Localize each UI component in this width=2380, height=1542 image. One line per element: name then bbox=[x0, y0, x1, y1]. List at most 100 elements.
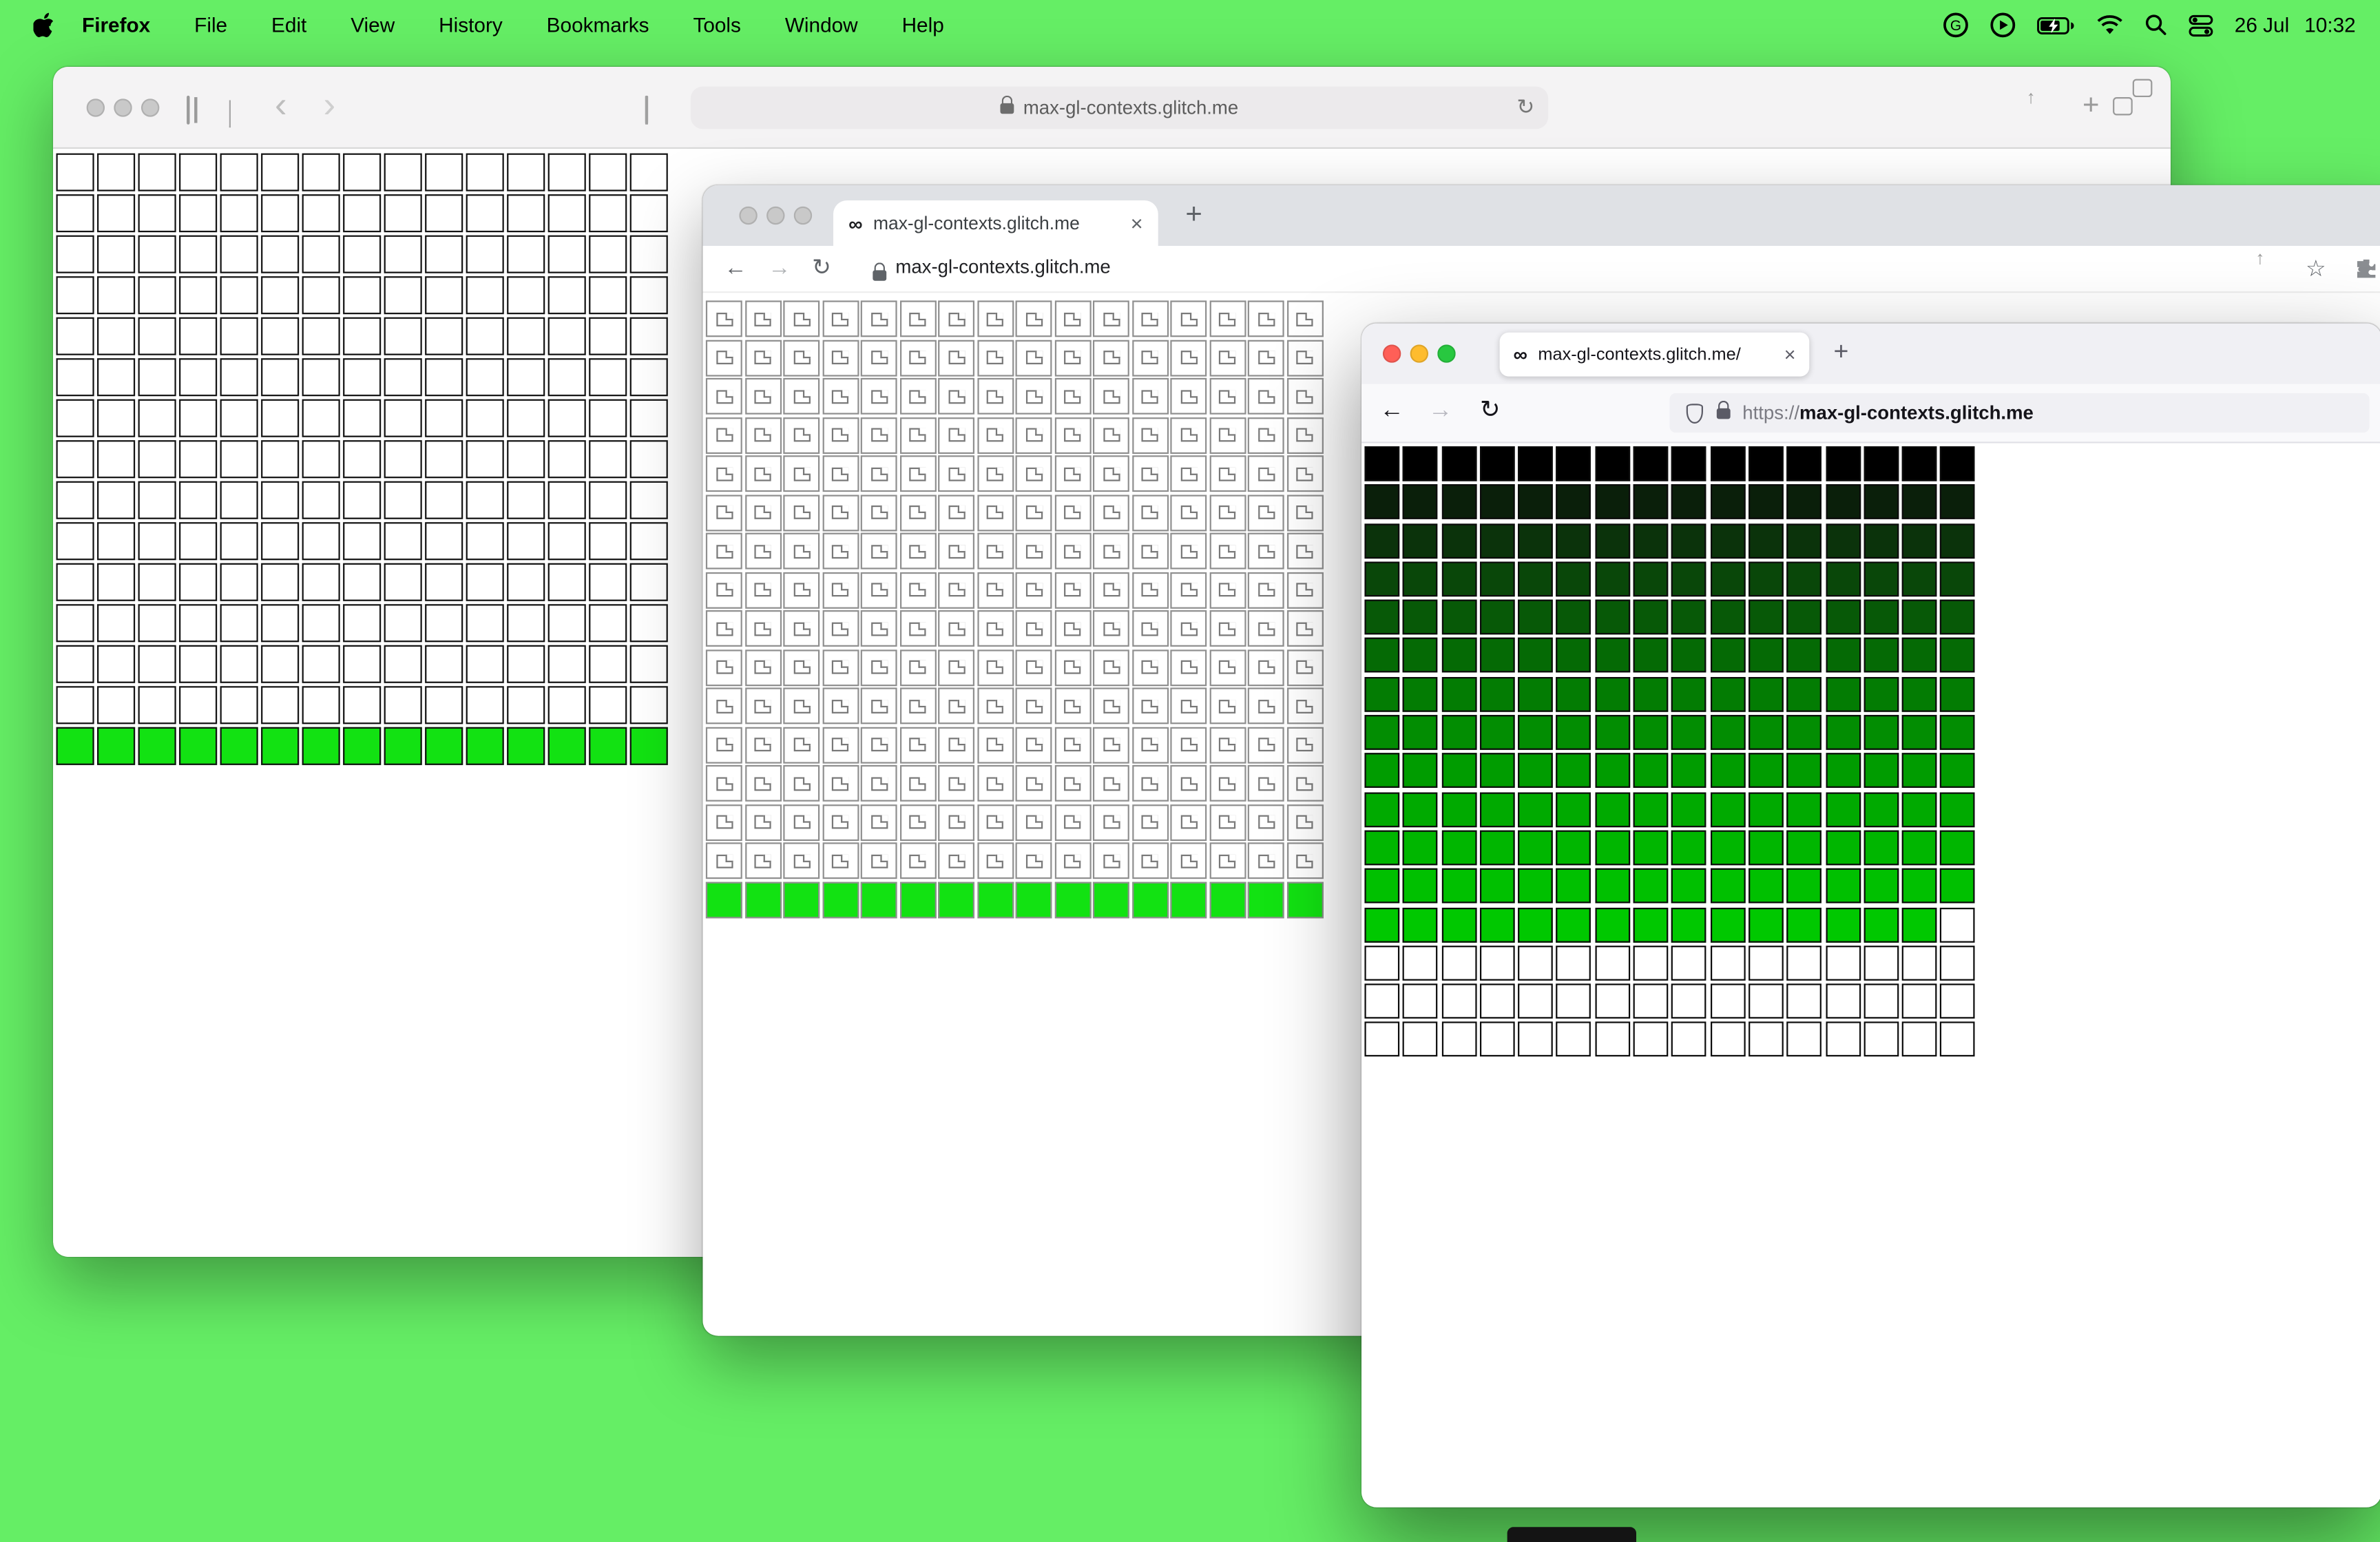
new-tab-button[interactable]: + bbox=[1185, 199, 1202, 232]
shield-icon[interactable] bbox=[645, 95, 649, 125]
menu-item-history[interactable]: History bbox=[439, 14, 503, 37]
menu-item-edit[interactable]: Edit bbox=[271, 14, 306, 37]
broken-image-icon bbox=[1064, 466, 1081, 481]
broken-image-icon bbox=[1025, 351, 1043, 364]
play-circle-icon[interactable] bbox=[1990, 12, 2016, 38]
dock-hint[interactable] bbox=[1507, 1527, 1636, 1542]
close-button[interactable] bbox=[1382, 344, 1401, 363]
menu-date[interactable]: 26 Jul bbox=[2235, 14, 2289, 37]
grid-cell bbox=[1209, 842, 1246, 879]
control-center-icon[interactable] bbox=[2189, 13, 2213, 37]
menu-item-bookmarks[interactable]: Bookmarks bbox=[547, 14, 649, 37]
browser-tab[interactable]: ∞ max-gl-contexts.glitch.me × bbox=[833, 200, 1158, 247]
close-button[interactable] bbox=[86, 98, 105, 117]
grid-cell bbox=[1131, 300, 1169, 337]
zoom-button[interactable] bbox=[140, 98, 160, 117]
minimize-button[interactable] bbox=[114, 98, 132, 117]
grid-cell bbox=[744, 339, 781, 376]
bookmark-star-icon[interactable]: ☆ bbox=[2306, 255, 2326, 282]
back-button[interactable]: ← bbox=[724, 256, 747, 279]
grid-cell bbox=[507, 645, 545, 683]
grid-cell bbox=[1556, 868, 1591, 904]
menu-time[interactable]: 10:32 bbox=[2304, 14, 2355, 37]
broken-image-icon bbox=[1296, 776, 1313, 791]
menu-item-view[interactable]: View bbox=[351, 14, 395, 37]
menu-app-name[interactable]: Firefox bbox=[82, 14, 150, 37]
sidebar-icon[interactable] bbox=[187, 95, 190, 125]
grid-cell bbox=[1595, 945, 1630, 981]
broken-image-icon bbox=[1103, 621, 1120, 636]
grid-cell bbox=[1403, 1022, 1438, 1058]
grid-cell bbox=[938, 726, 975, 763]
broken-image-icon bbox=[986, 738, 1003, 752]
menu-item-help[interactable]: Help bbox=[902, 14, 944, 37]
new-tab-button[interactable]: + bbox=[2082, 90, 2099, 123]
menu-item-window[interactable]: Window bbox=[785, 14, 858, 37]
back-button[interactable]: ← bbox=[1380, 399, 1404, 424]
menu-item-file[interactable]: File bbox=[194, 14, 227, 37]
grid-cell bbox=[1710, 638, 1745, 674]
tab-close-icon[interactable]: × bbox=[1784, 343, 1796, 366]
grid-cell bbox=[1556, 907, 1591, 942]
battery-icon[interactable] bbox=[2037, 16, 2075, 34]
grid-cell bbox=[343, 604, 382, 643]
chevron-down-icon[interactable] bbox=[229, 100, 231, 128]
grid-cell bbox=[938, 610, 975, 647]
grid-cell bbox=[860, 687, 897, 725]
broken-image-icon bbox=[1257, 351, 1275, 364]
broken-image-icon bbox=[1141, 621, 1158, 636]
reload-icon[interactable]: ↻ bbox=[1480, 399, 1501, 424]
minimize-button[interactable] bbox=[766, 206, 785, 225]
wifi-icon[interactable] bbox=[2096, 14, 2124, 36]
grid-cell bbox=[1092, 532, 1129, 570]
minimize-button[interactable] bbox=[1410, 344, 1429, 363]
extensions-puzzle-icon[interactable] bbox=[2355, 256, 2379, 288]
broken-image-icon bbox=[986, 660, 1003, 674]
broken-image-icon bbox=[1180, 311, 1197, 326]
zoom-button[interactable] bbox=[793, 206, 813, 225]
grid-cell bbox=[1247, 377, 1284, 415]
grid-cell bbox=[220, 399, 258, 437]
forward-button[interactable]: › bbox=[323, 87, 335, 124]
grid-cell bbox=[343, 358, 382, 397]
grid-cell bbox=[1364, 676, 1400, 712]
grid-cell bbox=[97, 481, 136, 519]
broken-image-icon bbox=[716, 738, 733, 752]
tab-close-icon[interactable]: × bbox=[1131, 211, 1143, 235]
address-bar[interactable]: https://max-gl-contexts.glitch.me bbox=[1669, 393, 2370, 433]
browser-tab[interactable]: ∞ max-gl-contexts.glitch.me/ × bbox=[1499, 332, 1810, 377]
grid-cell bbox=[1864, 945, 1899, 981]
broken-image-icon bbox=[754, 311, 771, 326]
grid-cell bbox=[1441, 830, 1476, 866]
grid-cell bbox=[97, 440, 136, 479]
apple-menu-icon[interactable] bbox=[33, 12, 54, 38]
address-bar[interactable]: max-gl-contexts.glitch.me ↻ bbox=[690, 86, 1549, 129]
broken-image-icon bbox=[1218, 698, 1236, 713]
grid-cell bbox=[1170, 804, 1207, 840]
grid-cell bbox=[1131, 532, 1169, 570]
menu-item-tools[interactable]: Tools bbox=[693, 14, 740, 37]
reload-icon[interactable]: ↻ bbox=[812, 256, 831, 279]
forward-button[interactable]: → bbox=[1428, 399, 1452, 424]
reload-icon[interactable]: ↻ bbox=[1516, 94, 1534, 120]
tracking-shield-icon[interactable] bbox=[1686, 403, 1703, 423]
grid-cell bbox=[384, 604, 422, 643]
grid-cell bbox=[629, 276, 668, 315]
grid-cell bbox=[343, 481, 382, 519]
back-button[interactable]: ‹ bbox=[275, 87, 287, 124]
search-icon[interactable] bbox=[2145, 14, 2168, 37]
grid-cell bbox=[977, 532, 1014, 570]
close-button[interactable] bbox=[739, 206, 758, 225]
grid-cell bbox=[899, 649, 936, 686]
grid-cell bbox=[1054, 649, 1091, 686]
grid-cell bbox=[384, 358, 422, 397]
grid-cell bbox=[179, 686, 218, 725]
grid-cell bbox=[1170, 455, 1207, 492]
forward-button[interactable]: → bbox=[768, 256, 791, 279]
zoom-button[interactable] bbox=[1437, 344, 1456, 363]
g-circle-icon[interactable]: G bbox=[1943, 12, 1969, 38]
address-bar-url[interactable]: max-gl-contexts.glitch.me bbox=[895, 256, 1110, 278]
grid-cell bbox=[1710, 945, 1745, 981]
new-tab-button[interactable]: + bbox=[1834, 337, 1849, 367]
grid-cell bbox=[1749, 600, 1784, 635]
